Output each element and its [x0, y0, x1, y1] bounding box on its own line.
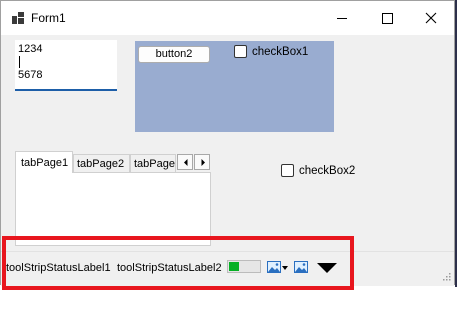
tab-page1[interactable]: tabPage1: [15, 151, 73, 173]
close-button[interactable]: [409, 1, 453, 35]
status-label-1: toolStripStatusLabel1: [6, 262, 111, 274]
tab-page-content: [15, 172, 211, 246]
size-grip-icon[interactable]: [441, 271, 451, 281]
checkbox1-label: checkBox1: [252, 45, 309, 58]
maximize-icon: [382, 13, 393, 24]
button2[interactable]: button2: [138, 46, 210, 63]
checkbox2[interactable]: checkBox2: [281, 164, 355, 177]
tab-scroll-right-button[interactable]: [194, 154, 210, 170]
multiline-textbox[interactable]: 1234 5678: [15, 40, 117, 91]
tab-page2[interactable]: tabPage2: [73, 154, 130, 173]
status-label-2: toolStripStatusLabel2: [117, 262, 222, 274]
checkbox1[interactable]: checkBox1: [234, 45, 308, 58]
dropdown-arrow-icon[interactable]: [282, 266, 288, 270]
checkbox2-label: checkBox2: [299, 164, 356, 177]
overflow-arrow-icon[interactable]: [317, 263, 337, 273]
tab-control: tabPage1 tabPage2 tabPage3: [15, 151, 211, 246]
text-caret: [19, 56, 20, 68]
textbox-line-3: 5678: [18, 69, 43, 81]
tab-page3[interactable]: tabPage3: [130, 154, 176, 173]
panel: button2 checkBox1: [135, 41, 334, 132]
minimize-button[interactable]: [320, 1, 364, 35]
progress-fill: [229, 262, 239, 271]
title-bar[interactable]: Form1: [1, 1, 454, 35]
maximize-button[interactable]: [365, 1, 409, 35]
minimize-icon: [337, 18, 347, 19]
image-icon[interactable]: [267, 261, 281, 273]
checkbox2-box[interactable]: [281, 164, 294, 177]
textbox-line-2: [18, 56, 117, 69]
window-shadow-edge: [455, 0, 457, 287]
window-title: Form1: [31, 11, 66, 25]
close-icon: [425, 12, 437, 24]
textbox-line-1: 1234: [18, 43, 43, 55]
status-progress-bar: [227, 260, 261, 273]
checkbox1-box[interactable]: [234, 45, 247, 58]
image-icon[interactable]: [294, 261, 308, 273]
form-window: Form1 1234 5678 button2 checkBox1 tabPag…: [0, 0, 455, 286]
chevron-left-icon: [184, 159, 188, 166]
chevron-right-icon: [201, 159, 205, 166]
tab-scroll-left-button[interactable]: [177, 154, 193, 170]
app-icon: [12, 12, 24, 24]
